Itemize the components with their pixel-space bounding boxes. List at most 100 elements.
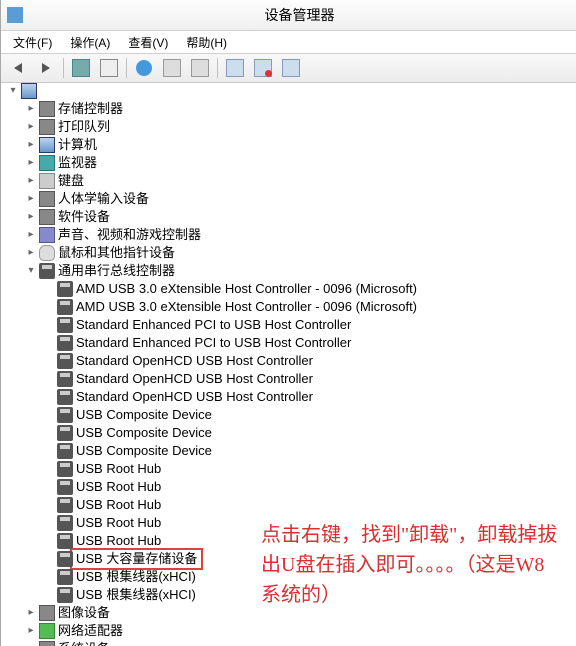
arrow-right-icon (42, 63, 50, 73)
collapse-icon[interactable]: ▾ (7, 85, 19, 97)
help-button[interactable] (131, 56, 157, 80)
tree-node[interactable]: USB Composite Device (3, 424, 576, 442)
app-icon (7, 7, 23, 23)
expand-icon[interactable]: ▸ (25, 139, 37, 151)
no-expand-icon (43, 427, 55, 439)
expand-icon[interactable]: ▸ (25, 121, 37, 133)
tree-node[interactable]: Standard Enhanced PCI to USB Host Contro… (3, 316, 576, 334)
menu-action[interactable]: 操作(A) (62, 32, 118, 53)
device-icon (39, 137, 55, 153)
menu-help[interactable]: 帮助(H) (178, 32, 235, 53)
no-expand-icon (43, 517, 55, 529)
device-label: Standard Enhanced PCI to USB Host Contro… (76, 316, 351, 334)
uninstall-button[interactable] (250, 56, 276, 80)
show-hide-tree-button[interactable] (68, 56, 94, 80)
tree-node[interactable]: ▸ 人体学输入设备 (3, 190, 576, 208)
expand-icon[interactable]: ▸ (25, 229, 37, 241)
expand-icon[interactable]: ▸ (25, 193, 37, 205)
scan-hardware-button[interactable] (222, 56, 248, 80)
tree-node[interactable]: USB Root Hub (3, 460, 576, 478)
device-label: 网络适配器 (58, 622, 123, 640)
action-button[interactable] (159, 56, 185, 80)
properties-button[interactable] (96, 56, 122, 80)
tree-node[interactable]: ▸存储控制器 (3, 100, 576, 118)
expand-icon[interactable]: ▸ (25, 625, 37, 637)
no-expand-icon (43, 301, 55, 313)
tree-node[interactable]: ▸ 声音、视频和游戏控制器 (3, 226, 576, 244)
device-icon (39, 263, 55, 279)
expand-icon[interactable]: ▸ (25, 175, 37, 187)
device-label: 计算机 (58, 136, 97, 154)
tree-node[interactable]: ▾ 通用串行总线控制器 (3, 262, 576, 280)
device-icon (57, 479, 73, 495)
tree-icon (72, 59, 90, 77)
expand-icon[interactable]: ▸ (25, 103, 37, 115)
action2-button[interactable] (187, 56, 213, 80)
tree-node[interactable]: Standard Enhanced PCI to USB Host Contro… (3, 334, 576, 352)
tree-node[interactable]: ▸打印队列 (3, 118, 576, 136)
menu-file[interactable]: 文件(F) (5, 32, 60, 53)
menu-view[interactable]: 查看(V) (120, 32, 176, 53)
expand-icon[interactable]: ▸ (25, 157, 37, 169)
no-expand-icon (43, 481, 55, 493)
tree-node[interactable]: USB Composite Device (3, 406, 576, 424)
annotation-text: 点击右键，找到"卸载"，卸载掉拔出U盘在插入即可。。。。（这是W8系统的） (261, 520, 561, 610)
device-icon (39, 245, 55, 261)
tree-node[interactable]: ▸ 键盘 (3, 172, 576, 190)
tree-node[interactable]: USB Composite Device (3, 442, 576, 460)
help-icon (136, 60, 152, 76)
tree-node[interactable]: AMD USB 3.0 eXtensible Host Controller -… (3, 280, 576, 298)
device-icon (57, 371, 73, 387)
device-icon (57, 497, 73, 513)
device-label: 人体学输入设备 (58, 190, 149, 208)
tree-node[interactable]: ▸ 计算机 (3, 136, 576, 154)
forward-button[interactable] (33, 56, 59, 80)
device-label: 通用串行总线控制器 (58, 262, 175, 280)
tree-node[interactable]: ▸监视器 (3, 154, 576, 172)
back-button[interactable] (5, 56, 31, 80)
no-expand-icon (43, 535, 55, 547)
collapse-icon[interactable]: ▾ (25, 265, 37, 277)
tree-node[interactable]: Standard OpenHCD USB Host Controller (3, 388, 576, 406)
no-expand-icon (43, 355, 55, 367)
tree-node[interactable]: ▸ 鼠标和其他指针设备 (3, 244, 576, 262)
device-icon (57, 299, 73, 315)
device-icon (39, 191, 55, 207)
expand-icon[interactable]: ▸ (25, 247, 37, 259)
no-expand-icon (43, 283, 55, 295)
device-icon (39, 605, 55, 621)
update-icon (282, 59, 300, 77)
update-driver-button[interactable] (278, 56, 304, 80)
device-label: 键盘 (58, 172, 84, 190)
device-label: 图像设备 (58, 604, 110, 622)
device-icon (57, 551, 73, 567)
device-label: USB Root Hub (76, 496, 161, 514)
device-label: Standard OpenHCD USB Host Controller (76, 388, 313, 406)
expand-icon[interactable]: ▸ (25, 211, 37, 223)
device-icon (57, 425, 73, 441)
device-label: Standard OpenHCD USB Host Controller (76, 352, 313, 370)
tree-node[interactable]: ▸软件设备 (3, 208, 576, 226)
tree-node[interactable]: ▾ (3, 82, 576, 100)
no-expand-icon (43, 463, 55, 475)
tree-node[interactable]: AMD USB 3.0 eXtensible Host Controller -… (3, 298, 576, 316)
expand-icon[interactable]: ▸ (25, 607, 37, 619)
device-label: 声音、视频和游戏控制器 (58, 226, 201, 244)
tree-node[interactable]: USB Root Hub (3, 478, 576, 496)
device-icon (57, 281, 73, 297)
device-label: USB 大容量存储设备 (70, 548, 203, 570)
tree-node[interactable]: ▸系统设备 (3, 640, 576, 646)
device-icon (39, 641, 55, 646)
device-label: USB Root Hub (76, 478, 161, 496)
tree-node[interactable]: Standard OpenHCD USB Host Controller (3, 352, 576, 370)
device-icon (57, 353, 73, 369)
device-manager-window: 设备管理器 文件(F) 操作(A) 查看(V) 帮助(H) ▾ ▸存储控制器▸打印… (0, 0, 576, 646)
tree-node[interactable]: ▸ 网络适配器 (3, 622, 576, 640)
device-label: 鼠标和其他指针设备 (58, 244, 175, 262)
tree-node[interactable]: Standard OpenHCD USB Host Controller (3, 370, 576, 388)
device-label: USB Composite Device (76, 406, 212, 424)
tree-node[interactable]: USB Root Hub (3, 496, 576, 514)
device-icon (57, 317, 73, 333)
no-expand-icon (43, 589, 55, 601)
window-title: 设备管理器 (23, 5, 576, 25)
